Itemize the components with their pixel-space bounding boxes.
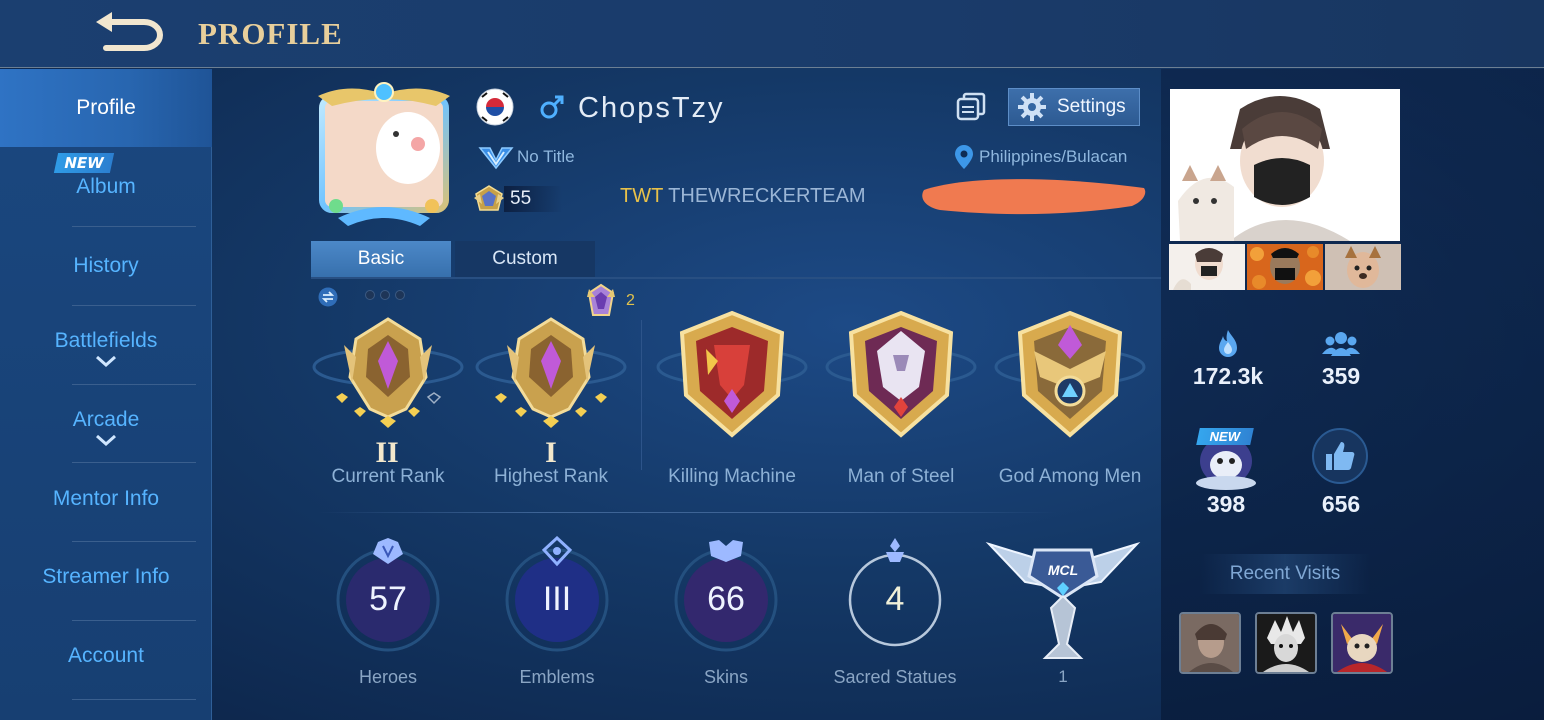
skins-count: 66 (707, 580, 745, 618)
recent-visits-label: Recent Visits (1200, 554, 1370, 594)
visitor-avatar-icon (1257, 614, 1315, 672)
visitor-avatar-icon (1181, 614, 1239, 672)
new-badge: NEW (53, 153, 115, 173)
tab-custom[interactable]: Custom (455, 241, 595, 277)
level-badge-icon (474, 185, 504, 211)
emblems-level: III (542, 580, 572, 618)
tab-label: Basic (357, 248, 405, 269)
player-title: No Title (517, 147, 575, 166)
mcl-trophy-icon[interactable] (985, 536, 1141, 666)
sidebar-item-battlefields[interactable]: Battlefields (0, 309, 212, 387)
sidebar-item-label: Streamer Info (42, 565, 170, 588)
medal-divider (641, 320, 642, 470)
page-dot (380, 290, 390, 300)
tab-basic[interactable]: Basic (311, 241, 451, 277)
sidebar-item-label: History (73, 254, 139, 277)
photo-thumbnail[interactable] (1169, 244, 1245, 290)
swap-icon[interactable] (318, 287, 338, 307)
fans-count: 398 (1206, 491, 1246, 517)
album-icon[interactable] (955, 91, 987, 123)
sidebar-item-label: Mentor Info (52, 487, 160, 510)
sidebar-item-mentor-info[interactable]: Mentor Info (0, 460, 212, 538)
male-gender-icon (540, 95, 564, 119)
stat-label: Emblems (519, 667, 595, 687)
section-divider (318, 512, 1058, 513)
player-name: ChopsTzy (578, 92, 725, 124)
avatar[interactable] (308, 78, 460, 230)
sidebar-item-streamer-info[interactable]: Streamer Info (0, 538, 212, 616)
photo-thumbnail[interactable] (1247, 244, 1323, 290)
page-dots (365, 290, 405, 300)
medal-label: Highest Rank (493, 466, 609, 487)
like-button[interactable] (1312, 428, 1368, 484)
recent-visitor-avatar[interactable] (1179, 612, 1241, 674)
medal-label: God Among Men (998, 466, 1142, 487)
flame-icon (1219, 330, 1237, 357)
player-location: Philippines/Bulacan (979, 147, 1128, 166)
back-button[interactable] (92, 12, 168, 54)
title-badge-icon (478, 147, 514, 170)
mcl-count: 1 (1058, 667, 1068, 686)
squad-tag: TWT (620, 185, 663, 207)
stat-label: Sacred Statues (833, 667, 957, 687)
sidebar-item-history[interactable]: History (0, 227, 212, 305)
fans-new-badge: NEW (1196, 428, 1254, 445)
back-arrow-icon (96, 12, 163, 51)
header-bar: PROFILE (0, 0, 1544, 68)
photo-thumbnail[interactable] (1325, 244, 1401, 290)
svg-text:MCL: MCL (1048, 562, 1078, 578)
visitor-avatar-icon (1333, 614, 1391, 672)
settings-label: Settings (1057, 96, 1126, 117)
stat-label: Heroes (358, 667, 418, 687)
sidebar-item-label: Profile (76, 96, 136, 119)
profile-photo[interactable] (1170, 89, 1400, 241)
man-of-steel-medal-icon[interactable] (821, 305, 981, 475)
sidebar-item-account[interactable]: Account (0, 617, 212, 695)
killing-machine-medal-icon[interactable] (652, 305, 812, 475)
page-dot (395, 290, 405, 300)
squad-name[interactable]: TWT THEWRECKERTEAM (620, 185, 866, 208)
page-title: PROFILE (198, 16, 343, 51)
redaction-scribble (922, 179, 1146, 215)
sidebar-item-arcade[interactable]: Arcade (0, 388, 212, 466)
recent-visitor-avatar[interactable] (1331, 612, 1393, 674)
heroes-count: 57 (369, 580, 407, 618)
chevron-down-icon (96, 355, 116, 367)
chevron-down-icon (96, 434, 116, 446)
popularity-count: 172.3k (1192, 363, 1264, 389)
sidebar-item-label: Account (68, 644, 144, 667)
korea-flag-icon (476, 88, 514, 126)
friends-icon[interactable] (1322, 328, 1360, 360)
location-pin-icon (955, 145, 973, 169)
likes-count: 656 (1321, 491, 1361, 517)
recent-visitor-avatar[interactable] (1255, 612, 1317, 674)
settings-button[interactable]: Settings (1008, 88, 1140, 126)
sidebar-item-label: Battlefields (54, 329, 158, 352)
squad-full-name: THEWRECKERTEAM (668, 185, 866, 207)
tab-underline (311, 277, 1161, 279)
tab-label: Custom (492, 248, 558, 269)
god-among-men-medal-icon[interactable] (990, 305, 1150, 475)
mcl-logo-text: MCL (1048, 562, 1078, 578)
sidebar-divider (72, 305, 196, 306)
sidebar-divider (72, 384, 196, 385)
friends-count: 359 (1321, 363, 1361, 389)
current-rank-tier: II (375, 436, 399, 469)
avatar-frame-icon (318, 82, 450, 226)
sidebar-divider (72, 699, 196, 700)
gear-icon (1018, 93, 1046, 121)
sidebar-item-label: Arcade (72, 408, 140, 431)
player-level: 55 (504, 186, 562, 212)
sacred-statues-count: 4 (885, 580, 905, 618)
sidebar-item-label: Album (76, 175, 136, 198)
stat-label: Skins (703, 667, 748, 687)
sidebar-item-profile[interactable]: Profile (0, 69, 212, 147)
highest-rank-tier: I (545, 436, 557, 469)
page-dot (365, 290, 375, 300)
